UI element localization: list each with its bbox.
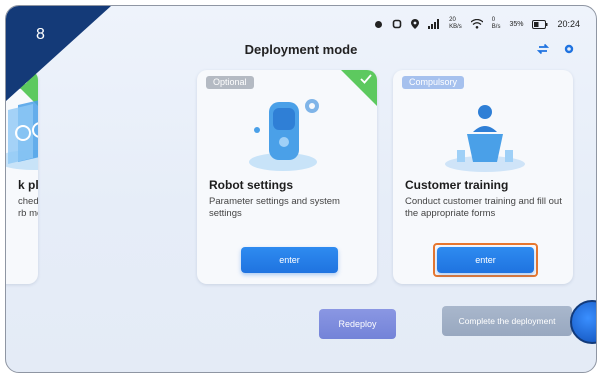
check-icon — [360, 74, 372, 84]
battery-percent: 35% — [509, 20, 524, 28]
signal-icon — [428, 19, 440, 29]
card-title: Customer training — [405, 178, 509, 192]
enter-button[interactable]: enter — [241, 247, 338, 273]
task-planning-illustration — [6, 100, 38, 170]
battery-icon — [532, 19, 548, 29]
settings-gear-icon[interactable] — [562, 42, 576, 56]
step-number: 8 — [36, 26, 45, 43]
status-bar: 20 KB/s 0 B/s 35% 20:24 — [374, 16, 580, 32]
card-task-planning: onal k planning cheduled task and Do Not… — [6, 70, 38, 284]
card-description: Parameter settings and system settings — [209, 196, 340, 219]
top-actions — [536, 42, 576, 56]
sync-icon[interactable] — [536, 42, 550, 56]
redeploy-button[interactable]: Redeploy — [319, 309, 396, 339]
card-description: Conduct customer training and fill out t… — [405, 196, 562, 219]
enter-button[interactable]: enter — [437, 247, 534, 273]
card-tag: Compulsory — [402, 76, 465, 89]
step-corner-badge — [6, 6, 111, 101]
location-icon — [411, 19, 420, 29]
card-description: cheduled task and Do Not rb mode — [18, 196, 38, 219]
card-tag: Optional — [206, 76, 254, 89]
customer-training-illustration — [445, 105, 525, 172]
card-customer-training: Compulsory Customer training Conduct cus… — [393, 70, 573, 284]
card-robot-settings: Optional Robot settings Parameter settin… — [197, 70, 377, 284]
clock-time: 20:24 — [557, 19, 580, 29]
floating-assistant-button[interactable] — [570, 300, 596, 344]
net-speed-2: 0 B/s — [491, 17, 501, 30]
net-speed-1: 20 KB/s — [449, 17, 462, 30]
robot-settings-illustration — [249, 99, 319, 171]
device-screen: 8 20 KB/s 0 B/s 35% 20:24 Deployment mod… — [5, 5, 597, 373]
wifi-alt-icon — [392, 19, 402, 29]
card-title: k planning — [18, 178, 38, 192]
wifi-icon — [470, 19, 483, 29]
screenshot-frame: 8 20 KB/s 0 B/s 35% 20:24 Deployment mod… — [0, 0, 603, 379]
card-title: Robot settings — [209, 178, 293, 192]
complete-deployment-button[interactable]: Complete the deployment — [442, 306, 572, 336]
record-icon — [374, 20, 383, 29]
